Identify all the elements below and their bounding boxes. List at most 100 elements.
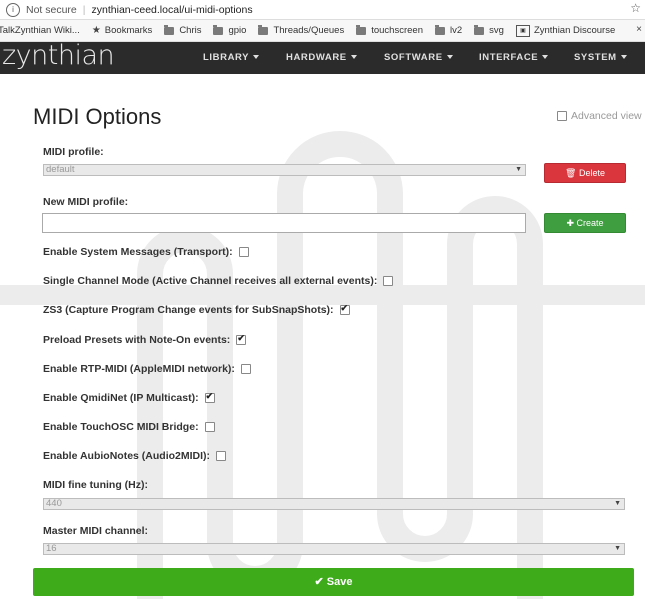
fine-tuning-label: MIDI fine tuning (Hz):: [43, 479, 148, 491]
nav-library[interactable]: LIBRARY: [203, 52, 260, 63]
option-system-messages[interactable]: Enable System Messages (Transport):: [43, 246, 249, 258]
nav-label: SYSTEM: [574, 52, 617, 63]
option-aubionotes[interactable]: Enable AubioNotes (Audio2MIDI):: [43, 450, 227, 462]
nav-software[interactable]: SOFTWARE: [384, 52, 453, 63]
bookmark-label: touchscreen: [371, 25, 423, 36]
create-label: Create: [576, 218, 604, 228]
save-label: Save: [326, 576, 353, 588]
delete-label: Delete: [578, 168, 605, 178]
bookmark-label: TalkZynthian Wiki...: [0, 25, 80, 36]
bookmark-label: Threads/Queues: [273, 25, 345, 36]
check-icon: ✔: [314, 576, 324, 588]
midi-profile-select[interactable]: default ▼: [43, 164, 526, 176]
option-checkbox[interactable]: [204, 422, 215, 433]
url-text[interactable]: zynthian-ceed.local/ui-midi-options: [92, 4, 253, 16]
bookmark-chris[interactable]: Chris: [164, 24, 202, 36]
browser-address-bar[interactable]: i Not secure | zynthian-ceed.local/ui-mi…: [0, 0, 645, 20]
option-checkbox[interactable]: [236, 333, 247, 346]
dropdown-arrow-icon: ▼: [515, 166, 522, 173]
caret-down-icon: [253, 55, 260, 60]
fine-tuning-value: 440: [46, 498, 62, 509]
bookmark-label: gpio: [228, 25, 247, 36]
new-profile-input[interactable]: [42, 213, 526, 233]
bookmark-label: svg: [489, 25, 504, 36]
save-button[interactable]: ✔ Save: [33, 568, 634, 596]
star-icon: ★: [91, 25, 101, 36]
bookmark-bookmarks[interactable]: ★ Bookmarks: [92, 25, 152, 36]
folder-icon: [434, 24, 445, 35]
master-channel-select[interactable]: 16 ▼: [43, 543, 625, 555]
nav-interface[interactable]: INTERFACE: [479, 52, 549, 63]
option-checkbox[interactable]: [383, 276, 394, 287]
nav-label: SOFTWARE: [384, 52, 443, 63]
nav-label: INTERFACE: [479, 52, 539, 63]
nav-system[interactable]: SYSTEM: [574, 52, 627, 63]
option-checkbox[interactable]: [240, 364, 251, 375]
bookmark-svg[interactable]: svg: [474, 24, 504, 36]
plus-icon: ✚: [566, 218, 574, 228]
option-checkbox[interactable]: [238, 247, 249, 258]
advanced-view-toggle[interactable]: Advanced view: [557, 110, 642, 122]
option-checkbox[interactable]: [204, 391, 215, 404]
option-label: Enable TouchOSC MIDI Bridge:: [43, 421, 199, 433]
trash-icon: 🗑: [565, 168, 577, 178]
caret-down-icon: [350, 55, 357, 60]
caret-down-icon: [620, 55, 627, 60]
option-label: Enable RTP-MIDI (AppleMIDI network):: [43, 363, 235, 375]
dropdown-arrow-icon: ▼: [614, 500, 621, 507]
option-single-channel-mode[interactable]: Single Channel Mode (Active Channel rece…: [43, 275, 394, 287]
option-checkbox[interactable]: [216, 451, 227, 462]
option-qmidinet[interactable]: Enable QmidiNet (IP Multicast):: [43, 391, 215, 404]
discourse-icon: ▣: [515, 24, 530, 37]
midi-profile-label: MIDI profile:: [43, 146, 104, 158]
midi-profile-value: default: [46, 164, 75, 175]
nav-label: LIBRARY: [203, 52, 250, 63]
security-status: Not secure: [26, 3, 77, 16]
option-label: Enable QmidiNet (IP Multicast):: [43, 392, 199, 404]
caret-down-icon: [446, 55, 453, 60]
folder-icon: [258, 24, 269, 35]
option-checkbox[interactable]: [339, 303, 350, 316]
nav-label: HARDWARE: [286, 52, 347, 63]
create-profile-button[interactable]: ✚ Create: [544, 213, 626, 233]
master-channel-value: 16: [46, 543, 57, 554]
option-label: Enable System Messages (Transport):: [43, 246, 233, 258]
option-label: ZS3 (Capture Program Change events for S…: [43, 304, 334, 316]
option-label: Preload Presets with Note-On events:: [43, 334, 231, 346]
option-zs3[interactable]: ZS3 (Capture Program Change events for S…: [43, 303, 350, 316]
option-rtp-midi[interactable]: Enable RTP-MIDI (AppleMIDI network):: [43, 363, 251, 375]
bookmark-label: Zynthian Discourse: [533, 25, 616, 36]
new-profile-label: New MIDI profile:: [43, 196, 129, 208]
master-channel-label: Master MIDI channel:: [43, 525, 149, 537]
bookmark-lv2[interactable]: lv2: [434, 24, 463, 36]
address-separator: |: [82, 3, 86, 16]
advanced-view-checkbox[interactable]: [557, 111, 567, 121]
option-touchosc[interactable]: Enable TouchOSC MIDI Bridge:: [43, 421, 215, 433]
option-preload-presets[interactable]: Preload Presets with Note-On events:: [43, 333, 247, 346]
folder-icon: [474, 24, 485, 35]
bookmark-star-icon[interactable]: ☆: [630, 1, 641, 15]
bookmark-talkzynthian[interactable]: TalkZynthian Wiki...: [0, 25, 80, 36]
nav-hardware[interactable]: HARDWARE: [286, 52, 357, 63]
close-icon[interactable]: ×: [636, 24, 642, 35]
caret-down-icon: [542, 55, 549, 60]
bookmark-gpio[interactable]: gpio: [213, 24, 247, 36]
folder-icon: [356, 24, 367, 35]
dropdown-arrow-icon: ▼: [614, 545, 621, 552]
bookmark-touchscreen[interactable]: touchscreen: [356, 24, 423, 36]
page-title: MIDI Options: [33, 104, 162, 129]
advanced-view-label: Advanced view: [571, 110, 642, 122]
bookmarks-bar: TalkZynthian Wiki... ★ Bookmarks Chris gp…: [0, 20, 645, 42]
bookmark-zynthian-discourse[interactable]: ▣ Zynthian Discourse: [515, 24, 616, 37]
bookmark-label: Chris: [179, 25, 202, 36]
option-label: Single Channel Mode (Active Channel rece…: [43, 275, 378, 287]
fine-tuning-select[interactable]: 440 ▼: [43, 498, 625, 510]
brand-logo[interactable]: zynthian: [2, 40, 115, 71]
main-navbar: zynthian LIBRARY HARDWARE SOFTWARE INTER…: [0, 40, 645, 74]
bookmark-label: Bookmarks: [104, 25, 153, 36]
bookmark-threads[interactable]: Threads/Queues: [258, 24, 345, 36]
info-icon[interactable]: i: [6, 2, 20, 17]
option-label: Enable AubioNotes (Audio2MIDI):: [43, 450, 211, 462]
delete-profile-button[interactable]: 🗑 Delete: [544, 163, 626, 183]
bookmark-label: lv2: [449, 25, 463, 36]
